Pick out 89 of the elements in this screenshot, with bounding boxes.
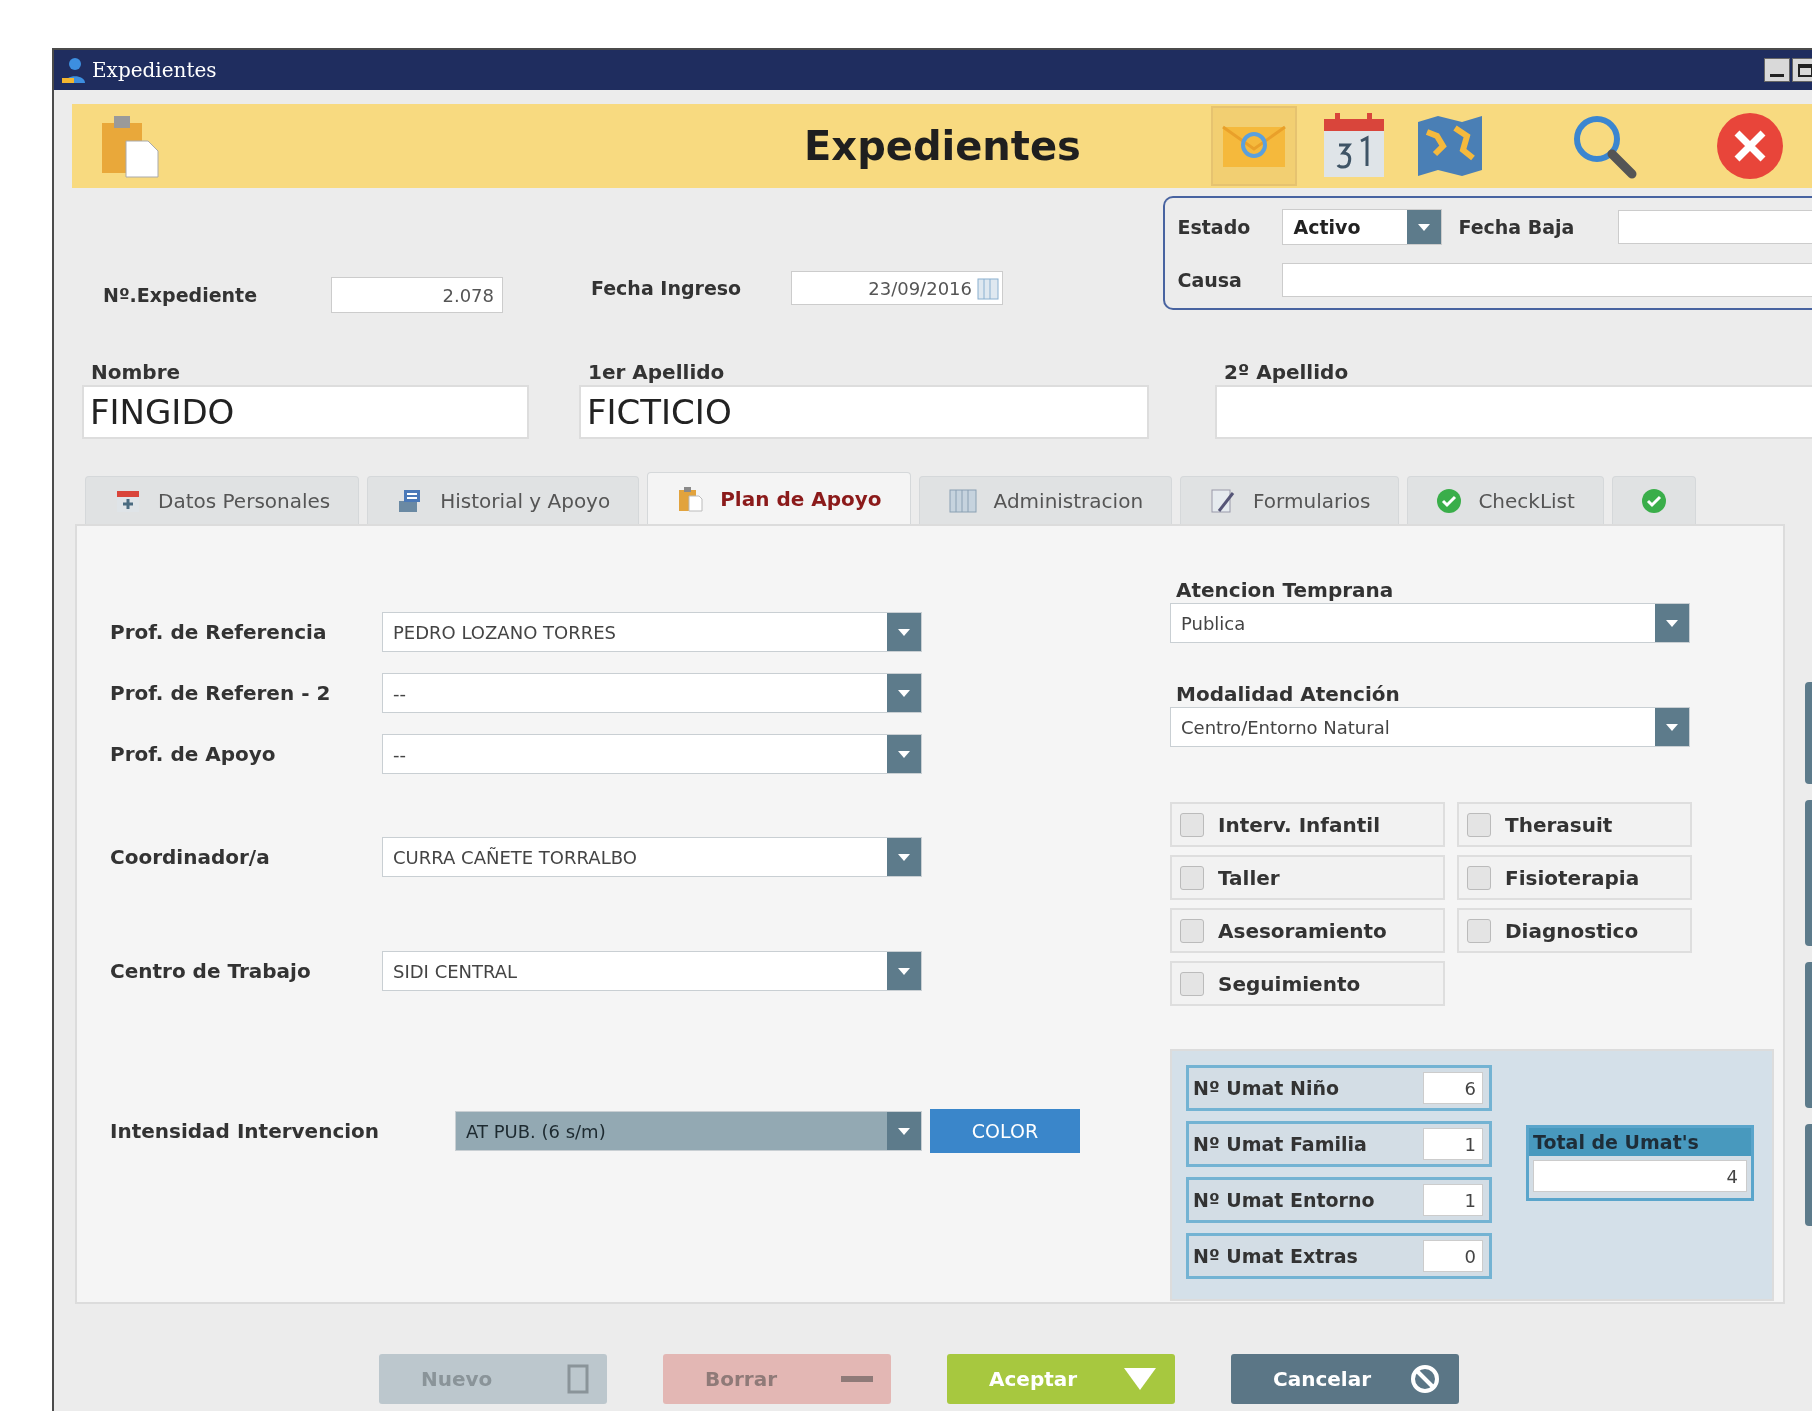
service-checkbox[interactable]: Interv. Infantil <box>1170 802 1445 847</box>
field-label: Coordinador/a <box>110 844 271 871</box>
dropdown[interactable]: -- <box>382 673 922 713</box>
header-title: Expedientes <box>804 122 1081 171</box>
minimize-button[interactable] <box>1764 58 1790 82</box>
dropdown[interactable]: SIDI CENTRAL <box>382 951 922 991</box>
dropdown[interactable]: Centro/Entorno Natural <box>1170 707 1690 747</box>
dropdown[interactable]: AT PUB. (6 s/m) <box>455 1111 922 1151</box>
field-label: Prof. de Apoyo <box>110 741 277 768</box>
field-label: Estado <box>1177 214 1252 240</box>
caret-icon <box>897 1126 911 1136</box>
triangle-down-icon <box>1123 1366 1157 1392</box>
checkbox[interactable] <box>1467 865 1491 890</box>
field-label: Atencion Temprana <box>1176 577 1395 603</box>
person-icon <box>62 56 88 84</box>
field-label: Modalidad Atención <box>1176 681 1401 707</box>
table-icon <box>947 486 978 515</box>
checkbox[interactable] <box>1180 971 1204 996</box>
caret-icon <box>1417 222 1432 232</box>
number-field[interactable]: 2.078 <box>331 277 503 313</box>
caret-icon <box>897 688 911 698</box>
dropdown[interactable]: CURRA CAÑETE TORRALBO <box>382 837 922 877</box>
tab[interactable] <box>1611 476 1696 524</box>
service-checkbox[interactable]: Taller <box>1170 855 1445 900</box>
field-label: Nº Umat Familia <box>1193 1131 1368 1157</box>
caret-icon <box>1665 618 1679 628</box>
field-label: Fecha Baja <box>1458 214 1576 240</box>
field-label: Nombre <box>91 359 182 384</box>
number-field[interactable]: 1 <box>1423 1184 1483 1216</box>
field-label: Nº.Expediente <box>103 282 259 308</box>
caret-icon <box>897 627 911 637</box>
text-field[interactable]: FICTICIO <box>579 385 1149 439</box>
total-label: Total de Umat's <box>1529 1128 1751 1156</box>
tab[interactable]: Plan de Apoyo <box>647 472 911 524</box>
field-label: Nº Umat Entorno <box>1193 1187 1376 1213</box>
tab[interactable]: CheckList <box>1407 476 1604 524</box>
field-label: Intensidad Intervencion <box>110 1118 381 1145</box>
service-checkbox[interactable]: Seguimiento <box>1170 961 1445 1006</box>
email-button[interactable] <box>1210 106 1297 186</box>
field-label: Nº Umat Extras <box>1193 1243 1359 1269</box>
maximize-button[interactable] <box>1792 58 1812 82</box>
checkbox[interactable] <box>1180 918 1204 943</box>
field-label: 2º Apellido <box>1224 359 1350 384</box>
status-dropdown[interactable]: Activo <box>1282 209 1443 245</box>
number-field[interactable]: 0 <box>1423 1240 1483 1272</box>
checkbox[interactable] <box>1180 865 1204 890</box>
caret-icon <box>897 852 911 862</box>
caret-icon <box>897 966 911 976</box>
field-label: Prof. de Referen - 2 <box>110 680 332 707</box>
dropdown[interactable]: -- <box>382 734 922 774</box>
service-checkbox[interactable]: Diagnostico <box>1457 908 1692 953</box>
dropdown[interactable]: PEDRO LOZANO TORRES <box>382 612 922 652</box>
close-icon[interactable] <box>1714 111 1785 181</box>
number-field[interactable]: 4 <box>1533 1160 1747 1192</box>
action-button[interactable]: Cancelar <box>1231 1354 1459 1404</box>
field-label: Fecha Ingreso <box>591 275 743 301</box>
minus-icon <box>841 1375 873 1383</box>
number-field[interactable]: 6 <box>1423 1072 1483 1104</box>
number-field[interactable]: 1 <box>1423 1128 1483 1160</box>
check-circle-icon <box>1640 487 1667 514</box>
service-checkbox[interactable]: Fisioterapia <box>1457 855 1692 900</box>
page-icon <box>567 1364 589 1394</box>
service-checkbox[interactable]: Therasuit <box>1457 802 1692 847</box>
window-title: Expedientes <box>92 57 217 84</box>
reason-dropdown[interactable] <box>1282 263 1812 297</box>
service-checkbox[interactable]: Asesoramiento <box>1170 908 1445 953</box>
prohibited-icon <box>1409 1363 1441 1395</box>
field-label: Causa <box>1177 267 1243 293</box>
field-label: Nº Umat Niño <box>1193 1075 1340 1101</box>
color-button[interactable]: COLOR <box>930 1109 1080 1153</box>
field-label: 1er Apellido <box>588 359 726 384</box>
date-field[interactable] <box>1618 210 1812 244</box>
field-label: Prof. de Referencia <box>110 619 328 646</box>
tab[interactable]: Datos Personales <box>85 476 360 524</box>
checkbox[interactable] <box>1467 918 1491 943</box>
checkbox[interactable] <box>1467 812 1491 837</box>
text-field[interactable] <box>1215 385 1812 439</box>
tab[interactable]: Administracion <box>918 476 1173 524</box>
clipboard-icon <box>676 484 705 513</box>
field-label: Centro de Trabajo <box>110 958 312 985</box>
caret-icon <box>897 749 911 759</box>
check-circle-icon <box>1436 487 1463 514</box>
caret-icon <box>1665 722 1679 732</box>
text-field[interactable]: FINGIDO <box>82 385 529 439</box>
dropdown[interactable]: Publica <box>1170 603 1690 643</box>
checkbox[interactable] <box>1180 812 1204 837</box>
tab[interactable]: Historial y Apoyo <box>367 476 640 524</box>
date-field[interactable]: 23/09/2016 <box>791 271 1003 305</box>
tab[interactable]: Formularios <box>1180 476 1400 524</box>
